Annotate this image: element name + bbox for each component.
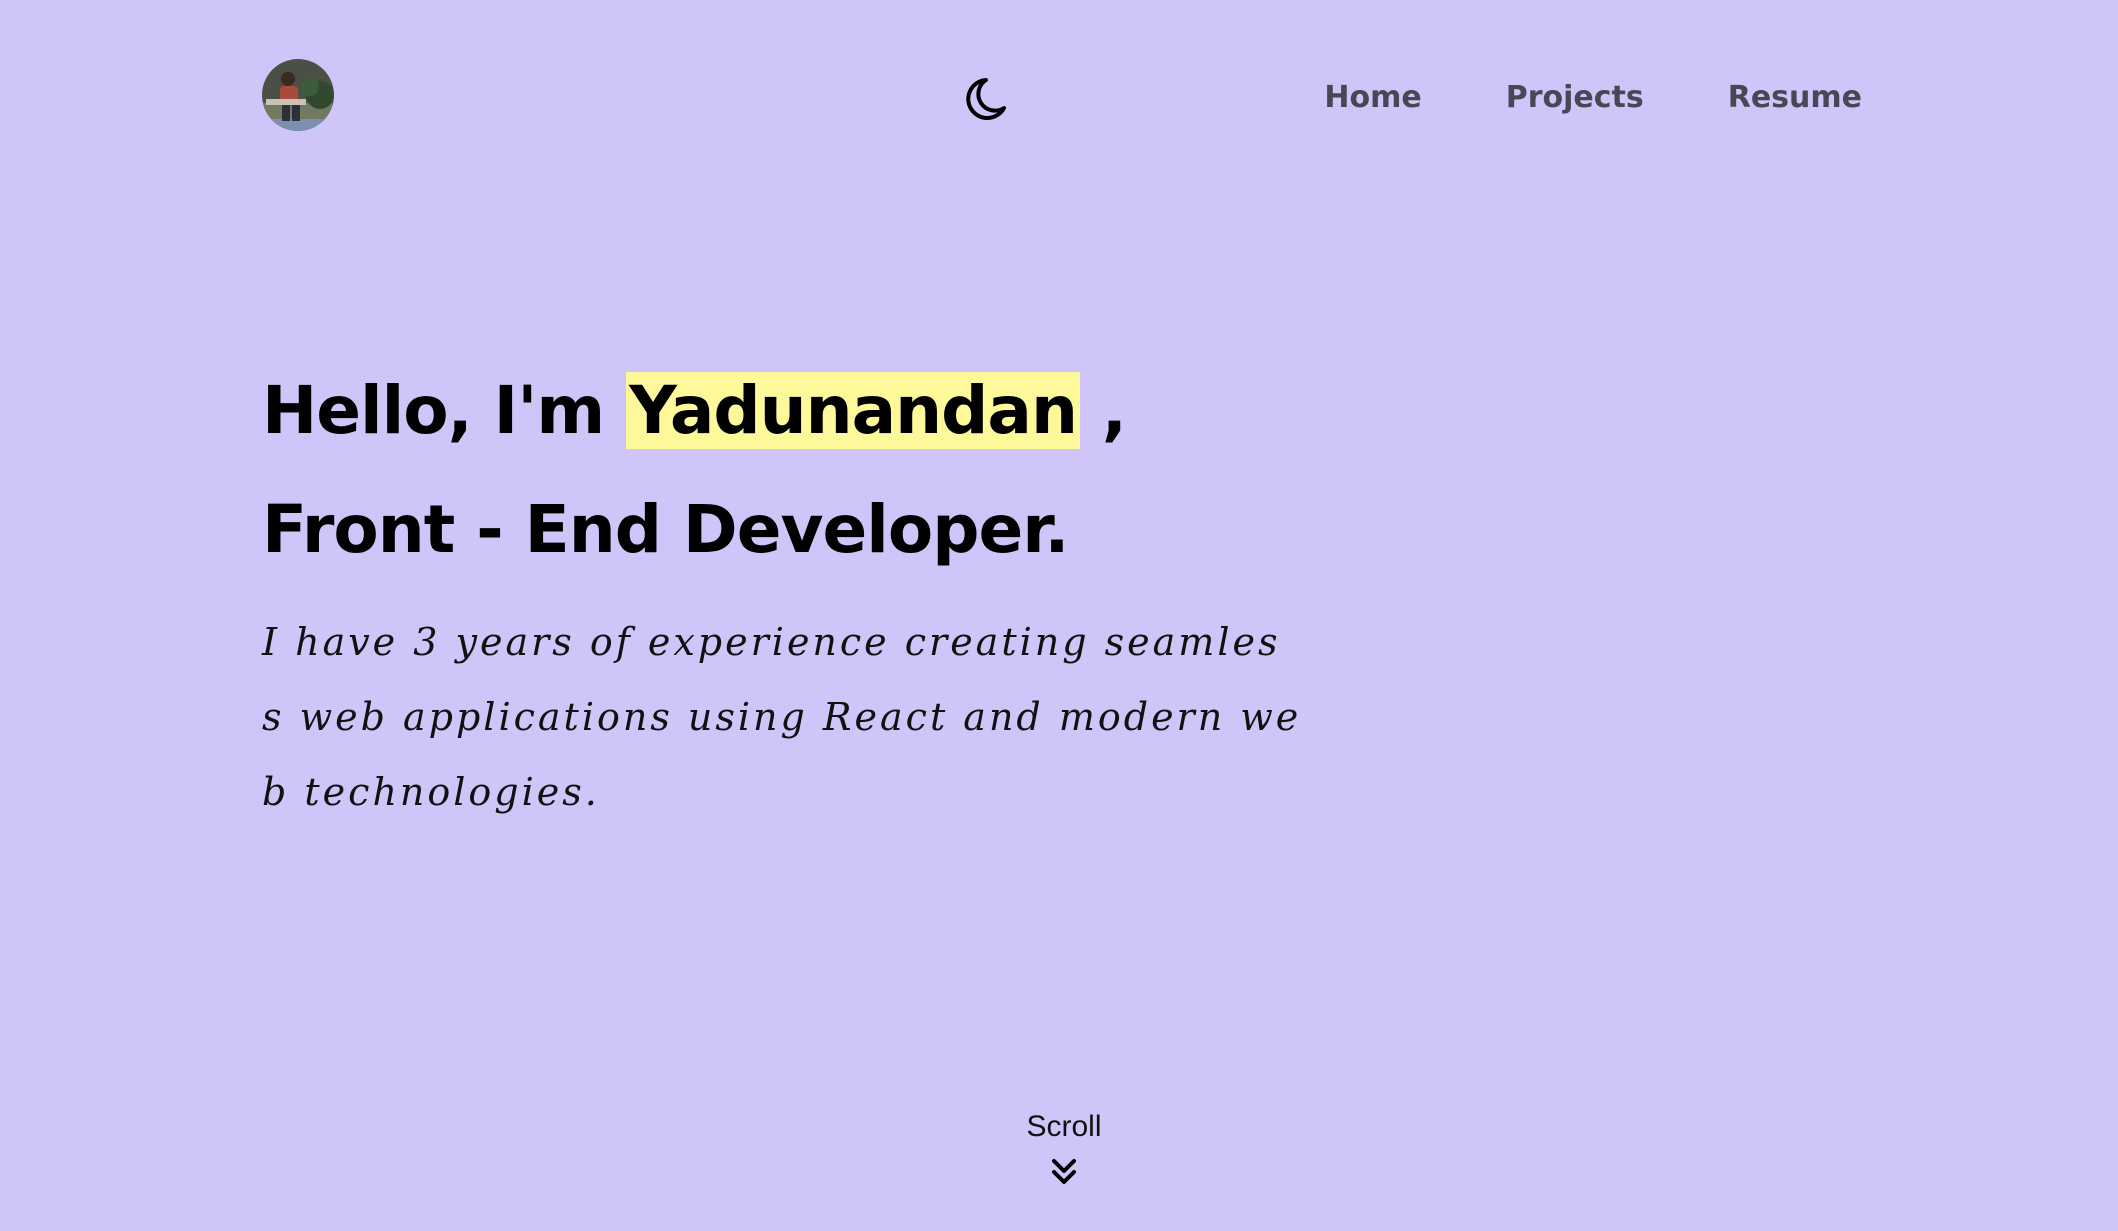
greeting-text: Hello, I'm [262, 372, 605, 449]
main-nav: Home Projects Resume [1324, 76, 1862, 120]
theme-toggle-button[interactable] [964, 76, 1008, 122]
double-chevron-down-icon [1052, 1159, 1076, 1184]
greeting-comma: , [1101, 372, 1127, 449]
nav-projects-link[interactable]: Projects [1506, 76, 1644, 120]
nav-home-link[interactable]: Home [1324, 76, 1421, 120]
hero-greeting-line: Hello, I'm Yadunandan , [262, 368, 1127, 454]
avatar-photo [262, 59, 334, 131]
name-highlight: Yadunandan [626, 372, 1080, 449]
moon-icon [966, 78, 1006, 120]
nav-resume-link[interactable]: Resume [1728, 76, 1862, 120]
scroll-label: Scroll [1026, 1110, 1102, 1143]
scroll-indicator[interactable]: Scroll [1024, 1105, 1104, 1187]
hero-bio: I have 3 years of experience creating se… [262, 620, 1302, 814]
avatar[interactable] [262, 59, 334, 131]
hero-role-title: Front - End Developer. [262, 491, 1069, 568]
